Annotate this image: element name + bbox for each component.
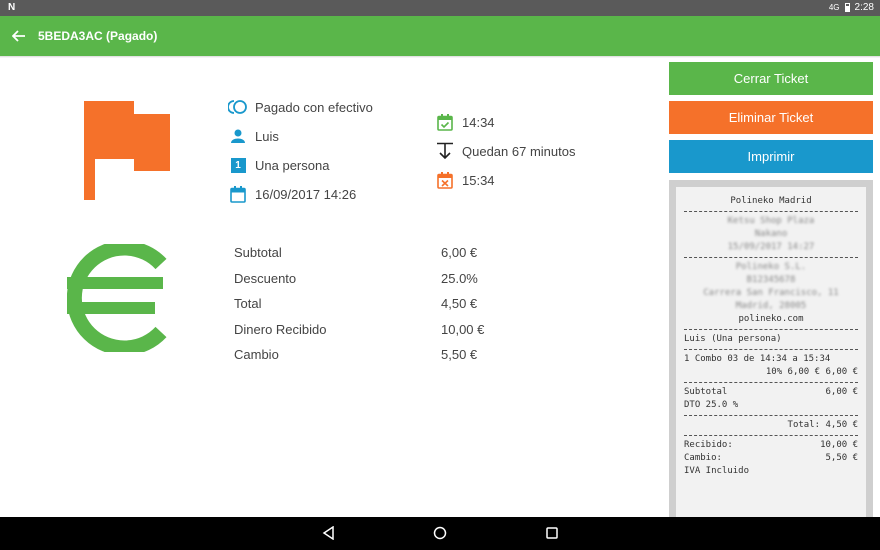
receipt-divider [684,415,858,416]
summary-row-total: Total 4,50 € [234,296,478,312]
receipt-blurred-line: Madrid, 28005 [735,301,807,311]
receipt-blurred-line: Ketsu Shop Plaza [727,216,815,226]
summary-row-discount: Descuento 25.0% [234,270,478,286]
nav-back-icon[interactable] [322,526,336,540]
start-time: 14:34 [435,112,495,132]
app-bar: 5BEDA3AC (Pagado) [0,16,880,56]
payment-method-text: Pagado con efectivo [255,99,373,115]
status-bar: N 4G 2:28 [0,0,880,16]
remaining-time: Quedan 67 minutos [435,141,575,161]
signal-indicator: 4G [828,3,840,12]
receipt: Polineko Madrid Ketsu Shop Plaza Nakano … [676,187,866,517]
payment-summary: Subtotal 6,00 € Descuento 25.0% Total 4,… [234,240,514,368]
battery-icon [844,3,850,12]
ticket-date-text: 16/09/2017 14:26 [255,186,357,202]
receipt-customer: Luis (Una persona) [684,334,782,344]
people-count: 1 Una persona [228,155,329,175]
ticket-date: 16/09/2017 14:26 [228,184,356,204]
receipt-divider [684,435,858,436]
receipt-website: polineko.com [738,314,804,324]
receipt-shop-name: Polineko Madrid [730,196,812,206]
receipt-subtotal: Subtotal 6,00 € [684,387,858,397]
receipt-blurred-line: Carrera San Francisco, 11 [703,288,839,298]
receipt-item: 1 Combo 03 de 14:34 a 15:34 [684,354,831,364]
payment-icon [228,97,248,117]
receipt-item-detail: 10% 6,00 € 6,00 € [765,367,858,377]
status-indicators: 4G 2:28 [829,2,874,13]
remaining-time-text: Quedan 67 minutos [462,143,576,159]
receipt-received: Recibido: 10,00 € [684,440,858,450]
nav-home-icon[interactable] [433,526,447,540]
receipt-blurred-line: 15/09/2017 14:27 [727,242,815,252]
person-icon [228,126,248,146]
back-arrow-icon[interactable] [0,16,38,56]
receipt-divider [684,349,858,350]
receipt-blurred-line: Polineko S.L. [735,262,807,272]
clock: 2:28 [854,2,874,13]
receipt-change: Cambio: 5,50 € [684,453,858,463]
receipt-divider [684,329,858,330]
receipt-blurred-line: B12345678 [746,275,796,285]
print-button[interactable]: Imprimir [669,140,873,173]
calendar-cancel-icon [435,170,455,190]
end-time-text: 15:34 [462,172,495,188]
delete-ticket-button[interactable]: Eliminar Ticket [669,101,873,134]
receipt-divider [684,257,858,258]
app-bar-shadow [0,56,880,58]
flag-icon [84,101,170,205]
calendar-check-icon [435,112,455,132]
navigation-bar [0,517,880,550]
receipt-divider [684,382,858,383]
arrow-down-to-line-icon [435,141,455,161]
close-ticket-button[interactable]: Cerrar Ticket [669,62,873,95]
people-count-text: Una persona [255,157,330,173]
receipt-blurred-line: Nakano [754,229,788,239]
end-time: 15:34 [435,170,495,190]
receipt-discount: DTO 25.0 % [684,400,739,410]
number-one-icon: 1 [228,155,248,175]
page-title: 5BEDA3AC (Pagado) [38,29,158,43]
payment-method: Pagado con efectivo [228,97,373,117]
summary-row-change: Cambio 5,50 € [234,347,478,363]
notification-icon: N [8,2,16,13]
summary-row-subtotal: Subtotal 6,00 € [234,245,478,261]
summary-row-received: Dinero Recibido 10,00 € [234,321,485,337]
receipt-divider [684,211,858,212]
receipt-vat: IVA Incluido [684,466,750,476]
euro-icon [66,240,175,357]
ticket-preview[interactable]: Polineko Madrid Ketsu Shop Plaza Nakano … [669,180,873,517]
customer-name: Luis [255,128,279,144]
customer: Luis [228,126,279,146]
start-time-text: 14:34 [462,114,495,130]
receipt-total: Total: 4,50 € [787,420,858,430]
nav-recents-icon[interactable] [545,526,559,540]
calendar-icon [228,184,248,204]
